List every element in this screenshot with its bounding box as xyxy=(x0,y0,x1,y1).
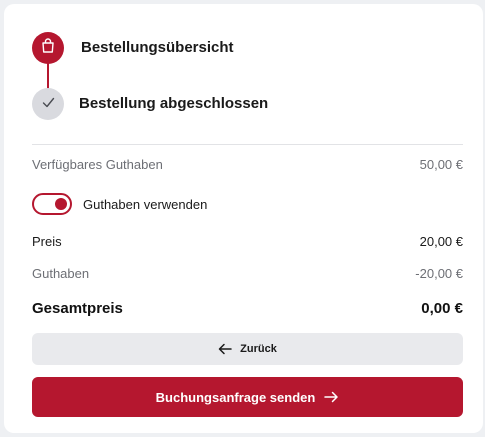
section-divider xyxy=(32,144,463,145)
total-row: Gesamtpreis 0,00 € xyxy=(32,300,463,317)
step-1-indicator xyxy=(32,32,64,64)
available-balance-label: Verfügbares Guthaben xyxy=(32,157,163,172)
credit-row: Guthaben -20,00 € xyxy=(32,266,463,281)
step-2-indicator xyxy=(32,88,64,120)
send-booking-request-button[interactable]: Buchungsanfrage senden xyxy=(32,377,463,417)
step-2-label: Bestellung abgeschlossen xyxy=(79,95,269,112)
back-button-label: Zurück xyxy=(240,343,277,355)
send-booking-request-label: Buchungsanfrage senden xyxy=(155,389,316,405)
total-label: Gesamtpreis xyxy=(32,300,123,317)
step-connector xyxy=(47,61,49,89)
price-row: Preis 20,00 € xyxy=(32,234,463,249)
order-summary-card: Bestellungsübersicht Bestellung abgeschl… xyxy=(4,4,483,433)
shopping-bag-icon xyxy=(41,38,55,58)
credit-value: -20,00 € xyxy=(415,266,463,281)
arrow-left-icon xyxy=(218,343,232,355)
back-button[interactable]: Zurück xyxy=(32,333,463,365)
check-icon xyxy=(42,95,55,113)
available-balance-row: Verfügbares Guthaben 50,00 € xyxy=(32,157,463,172)
available-balance-value: 50,00 € xyxy=(419,157,463,172)
use-credit-toggle-row: Guthaben verwenden xyxy=(32,193,207,215)
toggle-knob xyxy=(55,198,67,210)
arrow-right-icon xyxy=(324,391,339,403)
price-value: 20,00 € xyxy=(419,234,463,249)
use-credit-toggle[interactable] xyxy=(32,193,72,215)
price-label: Preis xyxy=(32,234,62,249)
credit-label: Guthaben xyxy=(32,266,90,281)
step-1-label: Bestellungsübersicht xyxy=(81,39,234,56)
total-value: 0,00 € xyxy=(421,300,463,317)
use-credit-label: Guthaben verwenden xyxy=(83,196,208,212)
